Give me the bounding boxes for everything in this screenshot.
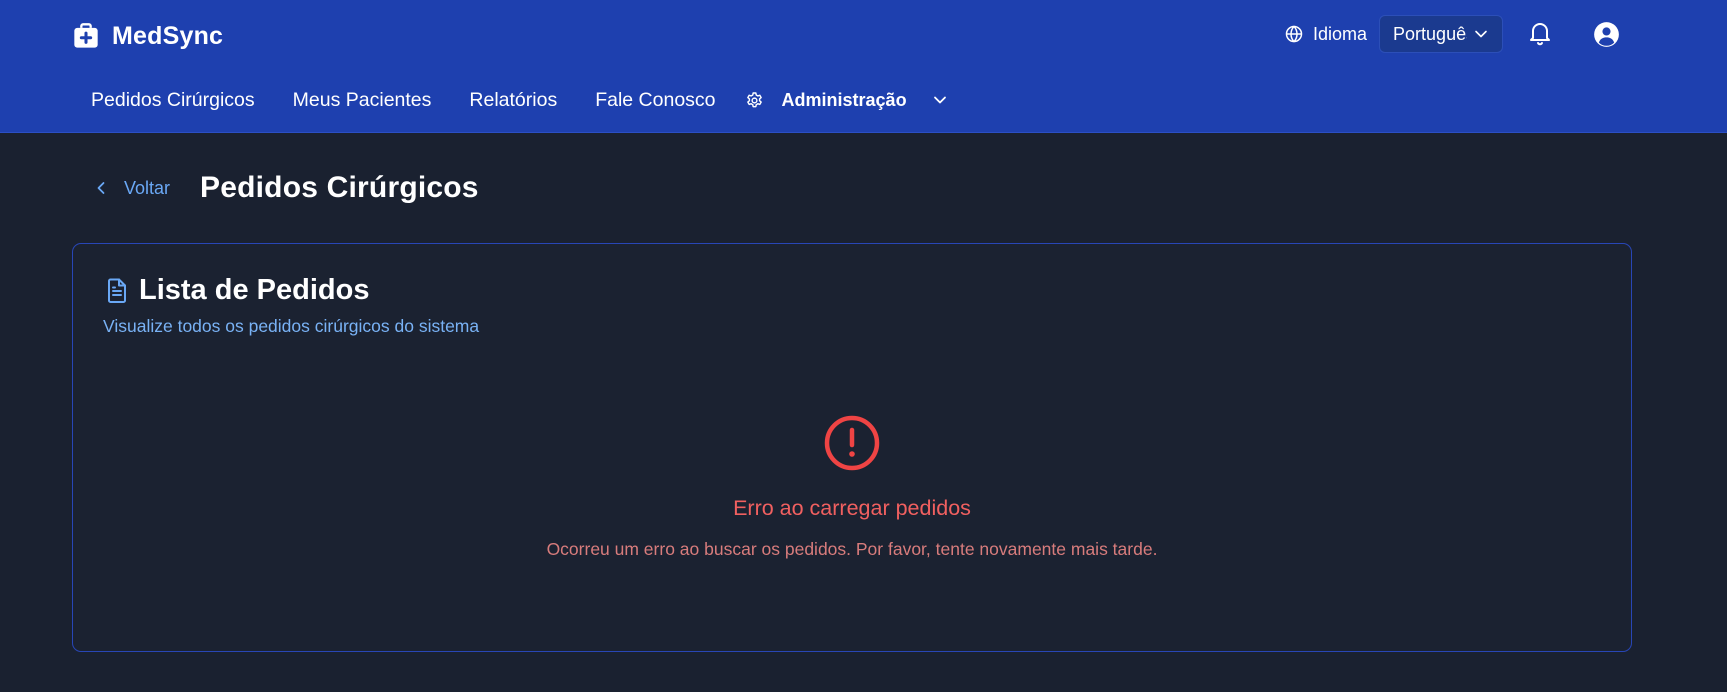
alert-circle-icon (824, 415, 880, 471)
page-title: Pedidos Cirúrgicos (200, 171, 479, 204)
gear-icon (746, 91, 762, 107)
user-circle-icon (1594, 22, 1619, 47)
medical-bag-icon (74, 23, 98, 48)
language-select-value: Português (1393, 23, 1468, 44)
page-heading: Voltar Pedidos Cirúrgicos (96, 168, 479, 208)
error-state: Erro ao carregar pedidos Ocorreu um erro… (73, 414, 1631, 560)
error-message: Ocorreu um erro ao buscar os pedidos. Po… (546, 539, 1158, 559)
error-title: Erro ao carregar pedidos (733, 496, 971, 520)
language-label: Idioma (1313, 23, 1368, 44)
chevron-left-icon (97, 182, 105, 194)
chevron-down-icon (1475, 30, 1487, 38)
top-header: MedSync Idioma Português Pedidos Cirúrgi… (0, 0, 1727, 133)
chevron-down-icon (933, 96, 946, 104)
card-title: Lista de Pedidos (139, 274, 370, 306)
bell-icon (1530, 23, 1550, 46)
globe-icon (1285, 25, 1303, 43)
nav-meus-pacientes[interactable]: Meus Pacientes (274, 80, 451, 120)
language-switcher: Idioma Português (1285, 15, 1504, 53)
card-header: Lista de Pedidos (105, 274, 369, 307)
back-label: Voltar (124, 177, 171, 198)
brand[interactable]: MedSync (72, 18, 223, 54)
main-nav: Pedidos Cirúrgicos Meus Pacientes Relató… (72, 80, 947, 120)
user-menu-button[interactable] (1593, 21, 1620, 48)
orders-card: Lista de Pedidos Visualize todos os pedi… (72, 243, 1632, 652)
notifications-button[interactable] (1527, 20, 1553, 46)
nav-relatorios[interactable]: Relatórios (450, 80, 576, 120)
brand-name: MedSync (112, 21, 224, 50)
admin-label: Administração (781, 89, 907, 110)
nav-administracao[interactable]: Administração (735, 90, 947, 111)
nav-fale-conosco[interactable]: Fale Conosco (576, 80, 734, 120)
document-icon (108, 278, 126, 303)
card-subtitle: Visualize todos os pedidos cirúrgicos do… (103, 316, 480, 336)
nav-pedidos-cirurgicos[interactable]: Pedidos Cirúrgicos (72, 80, 274, 120)
back-button[interactable]: Voltar (96, 178, 170, 199)
language-select[interactable]: Português (1379, 15, 1504, 53)
